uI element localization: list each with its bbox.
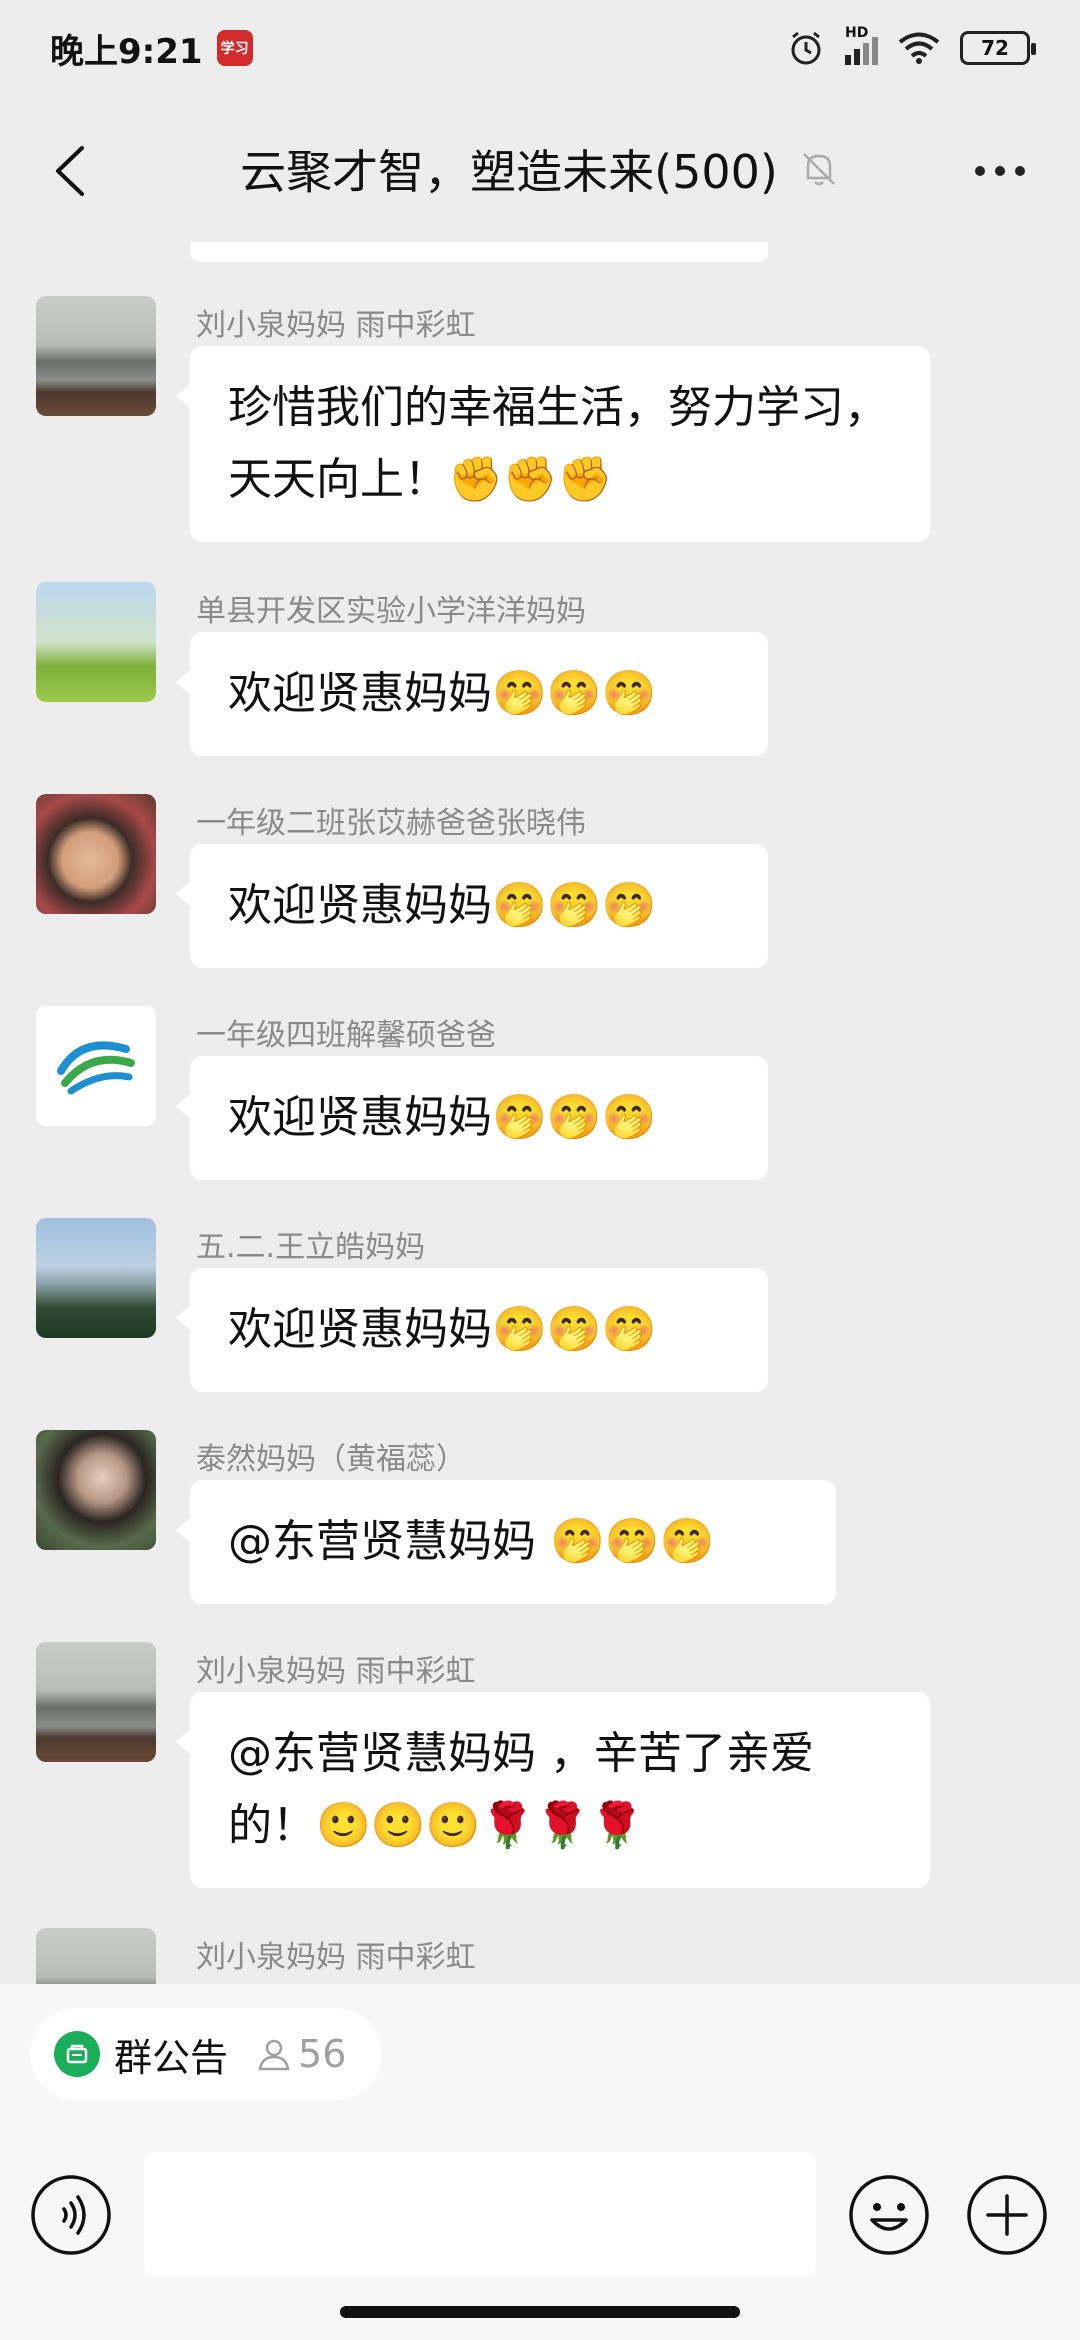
back-arrow-icon[interactable] (40, 136, 110, 206)
message-bubble[interactable]: 欢迎贤惠妈妈🤭🤭🤭 (176, 1056, 768, 1180)
sender-name: 一年级四班解馨硕爸爸 (196, 1018, 496, 1053)
avatar[interactable] (36, 1928, 156, 1984)
message-input[interactable] (144, 2152, 816, 2276)
message-bubble[interactable]: @东营贤慧妈妈 ，辛苦了亲爱的！🙂🙂🙂🌹🌹🌹 (176, 1692, 930, 1888)
home-indicator[interactable] (340, 2306, 740, 2318)
message-bubble[interactable]: @东营贤慧妈妈 🤭🤭🤭 (176, 1480, 836, 1604)
china-mobile-logo-icon (57, 1041, 135, 1095)
avatar[interactable] (36, 1642, 156, 1762)
message-text: 欢迎贤惠妈妈🤭🤭🤭 (228, 1092, 657, 1143)
chat-header: 云聚才智，塑造未来(500) (0, 96, 1080, 242)
message-text: 欢迎贤惠妈妈🤭🤭🤭 (228, 880, 657, 931)
message-bubble[interactable]: 珍惜我们的幸福生活，努力学习，天天向上！✊✊✊ (176, 346, 930, 542)
muted-bell-icon (802, 153, 835, 186)
notice-icon (54, 2031, 100, 2077)
voice-icon[interactable] (30, 2174, 112, 2256)
message-text: @东营贤慧妈妈 🤭🤭🤭 (228, 1516, 715, 1567)
avatar[interactable] (36, 794, 156, 914)
message-text: @东营贤慧妈妈 ，辛苦了亲爱的！🙂🙂🙂🌹🌹🌹 (228, 1728, 814, 1851)
notice-label: 群公告 (114, 2035, 229, 2080)
status-bar: 晚上9:21 学习 HD 72 (0, 0, 1080, 96)
member-count: 56 (256, 2032, 346, 2076)
sender-name: 一年级二班张苡赫爸爸张晓伟 (196, 806, 586, 841)
message-bubble[interactable]: 欢迎贤惠妈妈🤭🤭🤭 (176, 632, 768, 756)
sender-name: 五.二.王立皓妈妈 (196, 1230, 426, 1265)
signal-icon: HD (845, 25, 878, 65)
status-right: HD 72 (787, 25, 1036, 67)
group-notice-button[interactable]: 群公告 56 (30, 2008, 383, 2100)
hd-label: HD (845, 25, 869, 41)
member-count-value: 56 (298, 2032, 347, 2076)
sender-name: 单县开发区实验小学洋洋妈妈 (196, 594, 586, 629)
sender-name: 刘小泉妈妈 雨中彩虹 (196, 1654, 476, 1689)
wifi-icon (898, 32, 940, 64)
emoji-icon[interactable] (848, 2174, 930, 2256)
partial-message-bubble (190, 242, 768, 262)
more-options-icon[interactable] (960, 136, 1040, 206)
avatar[interactable] (36, 1006, 156, 1126)
status-time: 晚上9:21 (50, 31, 203, 72)
group-notice-bar: 群公告 56 (0, 1984, 1080, 2124)
app-notification-icon: 学习 (216, 30, 253, 66)
plus-icon[interactable] (966, 2174, 1048, 2256)
message-bubble[interactable]: 欢迎贤惠妈妈🤭🤭🤭 (176, 844, 768, 968)
status-left: 晚上9:21 学习 (50, 24, 253, 73)
chat-title-wrap: 云聚才智，塑造未来(500) (240, 136, 840, 202)
battery-icon: 72 (960, 31, 1036, 65)
message-text: 珍惜我们的幸福生活，努力学习，天天向上！✊✊✊ (228, 382, 888, 505)
alarm-icon (791, 31, 821, 65)
chat-title: 云聚才智，塑造未来(500) (240, 145, 778, 199)
message-bubble[interactable]: 欢迎贤惠妈妈🤭🤭🤭 (176, 1268, 768, 1392)
sender-name: 刘小泉妈妈 雨中彩虹 (196, 308, 476, 343)
avatar[interactable] (36, 582, 156, 702)
avatar[interactable] (36, 296, 156, 416)
message-text: 欢迎贤惠妈妈🤭🤭🤭 (228, 1304, 657, 1355)
person-icon (258, 2039, 290, 2071)
avatar[interactable] (36, 1218, 156, 1338)
sender-name: 刘小泉妈妈 雨中彩虹 (196, 1940, 476, 1975)
message-text: 欢迎贤惠妈妈🤭🤭🤭 (228, 668, 657, 719)
avatar[interactable] (36, 1430, 156, 1550)
sender-name: 泰然妈妈（黄福蕊） (196, 1442, 466, 1477)
message-list[interactable]: 刘小泉妈妈 雨中彩虹 珍惜我们的幸福生活，努力学习，天天向上！✊✊✊ 单县开发区… (0, 242, 1080, 1984)
